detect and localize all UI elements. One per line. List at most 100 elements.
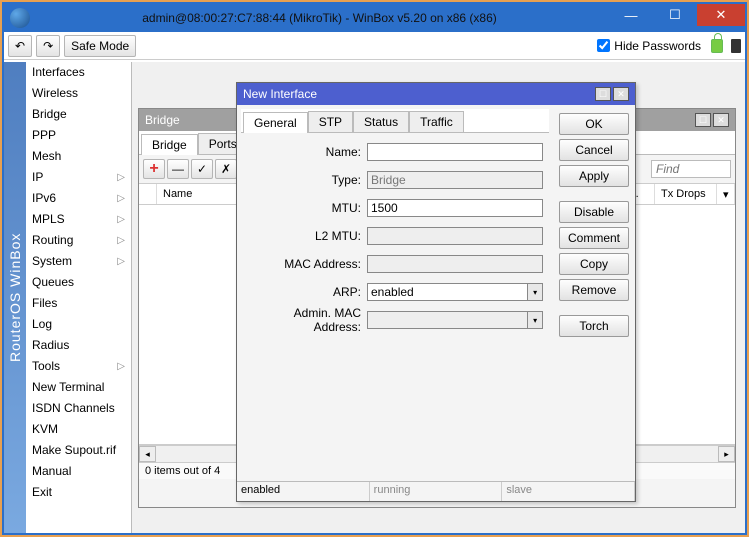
sidebar-item-label: Make Supout.rif — [32, 443, 116, 457]
arp-dropdown-button[interactable]: ▾ — [528, 283, 543, 301]
sidebar-item-label: KVM — [32, 422, 58, 436]
scroll-left-button[interactable]: ◂ — [139, 446, 156, 462]
sidebar: RouterOS WinBox Interfaces WirelessBridge… — [4, 62, 132, 533]
hide-passwords-checkbox[interactable]: Hide Passwords — [597, 39, 701, 53]
apply-button[interactable]: Apply — [559, 165, 629, 187]
remove-button[interactable]: — — [167, 159, 189, 179]
add-button[interactable]: + — [143, 159, 165, 179]
newif-statusbar: enabled running slave — [237, 481, 635, 501]
window-title: admin@08:00:27:C7:88:44 (MikroTik) - Win… — [30, 11, 609, 25]
mtu-label: MTU: — [247, 201, 367, 215]
sidebar-item-manual[interactable]: Manual — [26, 461, 131, 482]
cancel-button[interactable]: Cancel — [559, 139, 629, 161]
tab-general[interactable]: General — [243, 112, 308, 133]
tab-status[interactable]: Status — [353, 111, 409, 132]
sidebar-item-wireless[interactable]: Wireless — [26, 83, 131, 104]
remove-button-dlg[interactable]: Remove — [559, 279, 629, 301]
disable-button[interactable]: ✗ — [215, 159, 237, 179]
torch-button[interactable]: Torch — [559, 315, 629, 337]
sidebar-item-radius[interactable]: Radius — [26, 335, 131, 356]
sidebar-item-exit[interactable]: Exit — [26, 482, 131, 503]
copy-button[interactable]: Copy — [559, 253, 629, 275]
window-buttons: — ☐ ✕ — [609, 4, 745, 32]
mac-label: MAC Address: — [247, 257, 367, 271]
sidebar-item-label: Exit — [32, 485, 52, 499]
scroll-right-button[interactable]: ▸ — [718, 446, 735, 462]
ok-button[interactable]: OK — [559, 113, 629, 135]
sidebar-item-ipv6[interactable]: IPv6 ▷ — [26, 188, 131, 209]
sidebar-item-queues[interactable]: Queues — [26, 272, 131, 293]
expand-icon: ▷ — [117, 193, 125, 204]
find-input[interactable] — [651, 160, 731, 178]
bridge-title: Bridge — [145, 113, 180, 127]
sidebar-title: RouterOS WinBox — [4, 62, 26, 533]
enable-button[interactable]: ✓ — [191, 159, 213, 179]
sidebar-item-label: IPv6 — [32, 191, 56, 205]
tab-traffic[interactable]: Traffic — [409, 111, 464, 132]
sidebar-item-bridge[interactable]: Bridge — [26, 104, 131, 125]
newif-close-button[interactable]: ✕ — [613, 87, 629, 101]
sidebar-item-routing[interactable]: Routing▷ — [26, 230, 131, 251]
close-button[interactable]: ✕ — [697, 4, 745, 26]
maximize-button[interactable]: ☐ — [653, 4, 697, 26]
redo-button[interactable]: ↷ — [36, 35, 60, 57]
sidebar-item-make-supout-rif[interactable]: Make Supout.rif — [26, 440, 131, 461]
sidebar-item-isdn-channels[interactable]: ISDN Channels — [26, 398, 131, 419]
main-toolbar: ↶ ↷ Safe Mode Hide Passwords — [4, 32, 745, 60]
tab-bridge[interactable]: Bridge — [141, 134, 198, 155]
workspace: RouterOS WinBox InterfacesWirelessBridge… — [4, 62, 745, 533]
minimize-button[interactable]: — — [609, 4, 653, 26]
sidebar-item-mpls[interactable]: MPLS▷ — [26, 209, 131, 230]
col-flag[interactable] — [139, 184, 157, 204]
newif-titlebar[interactable]: New Interface ☐ ✕ — [237, 83, 635, 105]
newif-form: General STP Status Traffic Name: Type: — [237, 105, 553, 481]
type-label: Type: — [247, 173, 367, 187]
col-txdrops[interactable]: Tx Drops — [655, 184, 717, 204]
hide-passwords-input[interactable] — [597, 39, 610, 52]
mdi-area: Bridge ☐ ✕ Bridge Ports Filt + — ✓ ✗ — [132, 62, 745, 533]
sidebar-item-label: Log — [32, 317, 52, 331]
sidebar-item-label: System — [32, 254, 72, 268]
sidebar-item-mesh[interactable]: Mesh — [26, 146, 131, 167]
arp-input[interactable] — [367, 283, 528, 301]
comment-button[interactable]: Comment — [559, 227, 629, 249]
sidebar-item-tools[interactable]: Tools▷ — [26, 356, 131, 377]
col-menu[interactable]: ▾ — [717, 184, 735, 204]
sidebar-item-ip[interactable]: IP ▷ — [26, 167, 131, 188]
bridge-restore-button[interactable]: ☐ — [695, 113, 711, 127]
newif-title: New Interface — [243, 87, 317, 101]
disable-button[interactable]: Disable — [559, 201, 629, 223]
sidebar-item-label: Tools — [32, 359, 60, 373]
admin-mac-label: Admin. MAC Address: — [247, 306, 367, 334]
sidebar-item-label: Interfaces — [32, 65, 85, 79]
tab-stp[interactable]: STP — [308, 111, 353, 132]
new-interface-window: New Interface ☐ ✕ General STP Status Tra… — [236, 82, 636, 502]
sidebar-item-label: Mesh — [32, 149, 61, 163]
sidebar-item-log[interactable]: Log — [26, 314, 131, 335]
sidebar-item-kvm[interactable]: KVM — [26, 419, 131, 440]
app-icon — [10, 8, 30, 28]
safe-mode-button[interactable]: Safe Mode — [64, 35, 136, 57]
admin-mac-dropdown-button[interactable]: ▾ — [528, 311, 543, 329]
redo-icon: ↷ — [43, 39, 53, 53]
sidebar-item-files[interactable]: Files — [26, 293, 131, 314]
newif-tabs: General STP Status Traffic — [241, 109, 549, 133]
name-input[interactable] — [367, 143, 543, 161]
sidebar-item-system[interactable]: System▷ — [26, 251, 131, 272]
sidebar-item-ppp[interactable]: PPP — [26, 125, 131, 146]
sidebar-item-label: MPLS — [32, 212, 65, 226]
activity-led-icon — [731, 39, 741, 53]
arp-label: ARP: — [247, 285, 367, 299]
sidebar-item-label: ISDN Channels — [32, 401, 115, 415]
sidebar-item-label: IP — [32, 170, 43, 184]
expand-icon: ▷ — [117, 235, 125, 246]
undo-button[interactable]: ↶ — [8, 35, 32, 57]
sidebar-item-new-terminal[interactable]: New Terminal — [26, 377, 131, 398]
admin-mac-input[interactable] — [367, 311, 528, 329]
bridge-close-button[interactable]: ✕ — [713, 113, 729, 127]
sidebar-item-interfaces[interactable]: Interfaces — [26, 62, 131, 83]
type-input — [367, 171, 543, 189]
expand-icon: ▷ — [117, 172, 125, 183]
mtu-input[interactable] — [367, 199, 543, 217]
newif-restore-button[interactable]: ☐ — [595, 87, 611, 101]
